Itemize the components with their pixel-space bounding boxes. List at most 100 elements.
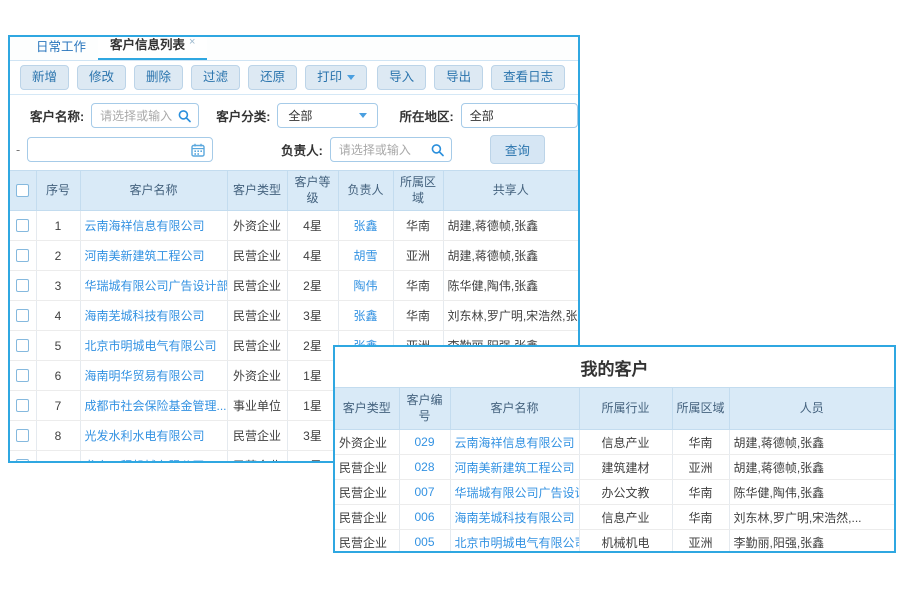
customer-type-cell: 民营企业 xyxy=(227,241,287,271)
customer-name-cell: 云南海祥信息有限公司 xyxy=(450,430,579,455)
customer-name-cell: 海南明华贸易有限公司 xyxy=(80,361,227,391)
row-no-cell: 6 xyxy=(36,361,80,391)
customer-name-link[interactable]: 河南美新建筑工程公司 xyxy=(455,461,575,475)
region-input[interactable]: 全部 xyxy=(461,103,578,128)
customer-name-link[interactable]: 华瑞城有限公司广告设计部 xyxy=(455,486,580,500)
customer-level-cell: 1星 xyxy=(287,361,338,391)
customer-name-link[interactable]: 华瑞城有限公司广告设计部 xyxy=(85,279,228,293)
customer-code-cell: 006 xyxy=(399,505,450,530)
import-button[interactable]: 导入 xyxy=(377,65,426,90)
customer-code-link[interactable]: 028 xyxy=(414,460,434,474)
calendar-icon[interactable] xyxy=(191,143,205,157)
row-checkbox[interactable] xyxy=(16,249,29,262)
print-button[interactable]: 打印 xyxy=(305,65,367,90)
row-checkbox[interactable] xyxy=(16,459,29,463)
customer-name-link[interactable]: 北京市明城电气有限公司 xyxy=(455,536,580,550)
customer-type-cell: 民营企业 xyxy=(227,421,287,451)
view-log-button[interactable]: 查看日志 xyxy=(491,65,565,90)
table-header-row: 序号 客户名称 客户类型 客户等级 负责人 所属区域 共享人 xyxy=(10,171,578,211)
owner-input[interactable]: 请选择或输入 xyxy=(330,137,452,162)
row-checkbox[interactable] xyxy=(16,219,29,232)
date-input[interactable] xyxy=(27,137,213,162)
row-checkbox[interactable] xyxy=(16,399,29,412)
category-select[interactable]: 全部 xyxy=(277,103,377,128)
col-customer-level: 客户等级 xyxy=(287,171,338,211)
table-row[interactable]: 民营企业028河南美新建筑工程公司建筑建材亚洲胡建,蒋德帧,张鑫 xyxy=(335,455,894,480)
customer-level-cell: 3星 xyxy=(287,421,338,451)
customer-code-cell: 007 xyxy=(399,480,450,505)
region-cell: 华南 xyxy=(672,505,729,530)
customer-name-link[interactable]: 光发水利水电有限公司 xyxy=(85,429,205,443)
dropdown-caret-icon xyxy=(359,113,367,118)
table-row[interactable]: 2河南美新建筑工程公司民营企业4星胡雪亚洲胡建,蒋德帧,张鑫 xyxy=(10,241,578,271)
customer-name-link[interactable]: 海南明华贸易有限公司 xyxy=(85,369,205,383)
customer-name-link[interactable]: 海南芜城科技有限公司 xyxy=(455,511,575,525)
customer-name-link[interactable]: 云南海祥信息有限公司 xyxy=(85,219,205,233)
industry-cell: 办公文教 xyxy=(579,480,672,505)
row-select-cell xyxy=(10,301,36,331)
my-customers-table: 客户类型 客户编号 客户名称 所属行业 所属区域 人员 外资企业029云南海祥信… xyxy=(335,387,894,553)
customer-type-cell: 民营企业 xyxy=(335,480,399,505)
table-row[interactable]: 民营企业006海南芜城科技有限公司信息产业华南刘东林,罗广明,宋浩然,... xyxy=(335,505,894,530)
owner-cell: 张鑫 xyxy=(338,301,393,331)
customer-name-link[interactable]: 北京市明城电气有限公司 xyxy=(85,339,217,353)
customer-name-cell: 华瑞城有限公司广告设计部 xyxy=(80,271,227,301)
placeholder: 请选择或输入 xyxy=(100,107,172,124)
table-row[interactable]: 民营企业007华瑞城有限公司广告设计部办公文教华南陈华健,陶伟,张鑫 xyxy=(335,480,894,505)
customer-name-input[interactable]: 请选择或输入 xyxy=(91,103,199,128)
delete-button[interactable]: 删除 xyxy=(134,65,183,90)
restore-button[interactable]: 还原 xyxy=(248,65,297,90)
row-no-cell: 5 xyxy=(36,331,80,361)
col-no: 序号 xyxy=(36,171,80,211)
shared-cell: 胡建,蒋德帧,张鑫 xyxy=(443,241,578,271)
tab-close-icon[interactable]: × xyxy=(189,36,195,48)
customer-level-cell: 4星 xyxy=(287,451,338,463)
owner-cell: 陶伟 xyxy=(338,271,393,301)
export-button[interactable]: 导出 xyxy=(434,65,483,90)
customer-name-link[interactable]: 海南芜城科技有限公司 xyxy=(85,309,205,323)
filter-button[interactable]: 过滤 xyxy=(191,65,240,90)
search-icon[interactable] xyxy=(431,143,444,156)
row-no-cell: 4 xyxy=(36,301,80,331)
table-row[interactable]: 1云南海祥信息有限公司外资企业4星张鑫华南胡建,蒋德帧,张鑫 xyxy=(10,211,578,241)
customer-name-cell: 华瑞城有限公司广告设计部 xyxy=(450,480,579,505)
owner-link[interactable]: 陶伟 xyxy=(353,279,377,293)
customer-name-link[interactable]: 龙宇工程机械有限公司 xyxy=(85,459,205,463)
edit-button[interactable]: 修改 xyxy=(77,65,126,90)
col-customer-type: 客户类型 xyxy=(227,171,287,211)
row-no-cell: 8 xyxy=(36,421,80,451)
add-button[interactable]: 新增 xyxy=(20,65,69,90)
customer-name-link[interactable]: 云南海祥信息有限公司 xyxy=(455,436,575,450)
row-checkbox[interactable] xyxy=(16,369,29,382)
customer-type-cell: 民营企业 xyxy=(227,271,287,301)
select-all-checkbox[interactable] xyxy=(16,184,29,197)
customer-code-link[interactable]: 007 xyxy=(414,485,434,499)
tab-daily-work[interactable]: 日常工作 xyxy=(24,35,98,60)
search-icon[interactable] xyxy=(178,109,191,122)
customer-level-cell: 2星 xyxy=(287,331,338,361)
customer-code-link[interactable]: 005 xyxy=(414,535,434,549)
industry-cell: 信息产业 xyxy=(579,505,672,530)
owner-link[interactable]: 张鑫 xyxy=(353,309,377,323)
row-no-cell: 3 xyxy=(36,271,80,301)
customer-code-link[interactable]: 029 xyxy=(414,435,434,449)
table-row[interactable]: 3华瑞城有限公司广告设计部民营企业2星陶伟华南陈华健,陶伟,张鑫 xyxy=(10,271,578,301)
table-row[interactable]: 民营企业005北京市明城电气有限公司机械机电亚洲李勤丽,阳强,张鑫 xyxy=(335,530,894,553)
owner-link[interactable]: 胡雪 xyxy=(353,249,377,263)
customer-name-link[interactable]: 河南美新建筑工程公司 xyxy=(85,249,205,263)
row-select-cell xyxy=(10,331,36,361)
customer-code-link[interactable]: 006 xyxy=(414,510,434,524)
filter-area: 客户名称: 请选择或输入 客户分类: 全部 所在地区: 全部 - xyxy=(10,95,578,170)
row-checkbox[interactable] xyxy=(16,429,29,442)
row-checkbox[interactable] xyxy=(16,309,29,322)
query-button[interactable]: 查询 xyxy=(490,135,545,164)
row-checkbox[interactable] xyxy=(16,279,29,292)
customer-name-cell: 海南芜城科技有限公司 xyxy=(450,505,579,530)
owner-link[interactable]: 张鑫 xyxy=(353,219,377,233)
customer-name-link[interactable]: 成都市社会保险基金管理... xyxy=(85,399,227,413)
people-cell: 胡建,蒋德帧,张鑫 xyxy=(729,455,894,480)
table-row[interactable]: 4海南芜城科技有限公司民营企业3星张鑫华南刘东林,罗广明,宋浩然,张鑫 xyxy=(10,301,578,331)
table-row[interactable]: 外资企业029云南海祥信息有限公司信息产业华南胡建,蒋德帧,张鑫 xyxy=(335,430,894,455)
row-checkbox[interactable] xyxy=(16,339,29,352)
tab-customer-list[interactable]: 客户信息列表× xyxy=(98,35,207,60)
